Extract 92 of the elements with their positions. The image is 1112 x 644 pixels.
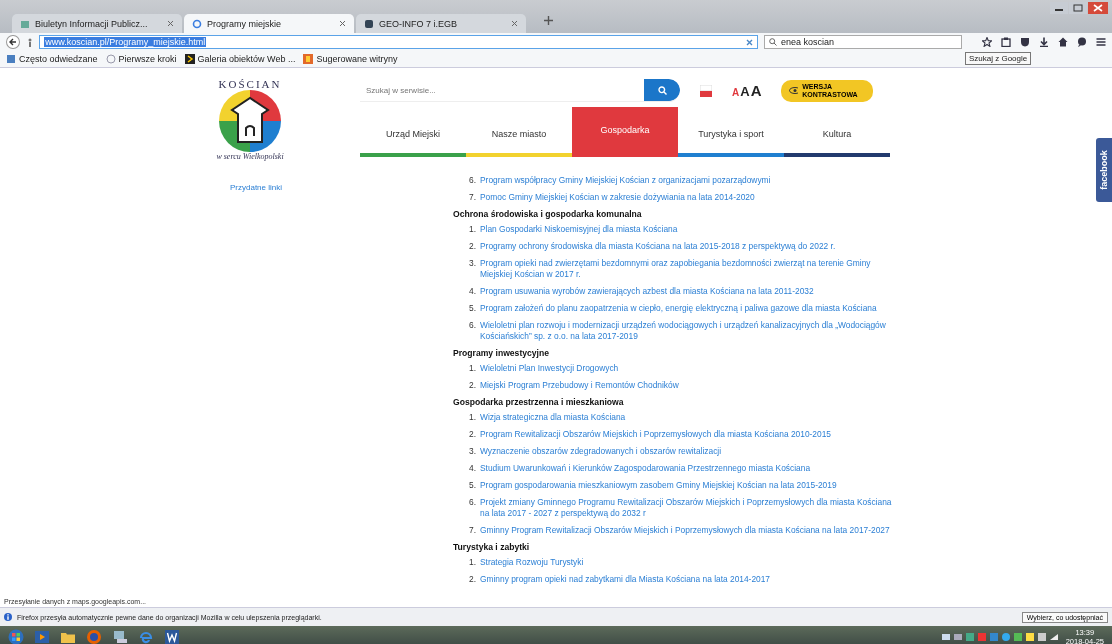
list-number: 7. [468, 192, 476, 203]
network-icon[interactable] [112, 629, 128, 644]
list-number: 1. [468, 363, 476, 374]
document-link[interactable]: Program Rewitalizacji Obszarów Miejskich i Poprzemysłowych dla miasta Kościana 2010-2015 [480, 429, 831, 440]
word-icon[interactable] [164, 628, 180, 644]
list-number: 2. [468, 241, 476, 252]
media-player-icon[interactable] [34, 629, 50, 644]
list-number: 5. [468, 480, 476, 491]
close-icon[interactable] [167, 20, 174, 27]
tab-favicon-icon [192, 18, 202, 29]
document-link[interactable]: Program współpracy Gminy Miejskiej Kościan z organizacjami pozarządowymi [480, 175, 771, 186]
list-number: 2. [468, 429, 476, 440]
document-link[interactable]: Programy ochrony środowiska dla miasta Kościana na lata 2015-2018 z perspektywą do 2022 r. [480, 241, 836, 252]
section-heading: Turystyka i zabytki [453, 542, 531, 552]
back-button[interactable] [6, 35, 20, 49]
bookmark-link[interactable]: Galeria obiektów Web ... [184, 54, 296, 64]
document-link[interactable]: Gminny Program Rewitalizacji Obszarów Miejskich i Poprzemysłowych dla miasta Kościana na lata 2017-2027 [480, 525, 890, 536]
address-bar[interactable]: www.koscian.pl/Programy_miejskie.html [39, 35, 758, 49]
star-icon[interactable] [982, 37, 992, 47]
document-link[interactable]: Studium Uwarunkowań i Kierunków Zagospodarowania Przestrzennego miasta Kościana [480, 463, 811, 474]
document-link[interactable]: Miejski Program Przebudowy i Remontów Chodników [480, 380, 679, 391]
document-link[interactable]: Pomoc Gminy Miejskiej Kościan w zakresie dożywiania na lata 2014-2020 [480, 192, 755, 203]
browser-tab[interactable]: GEO-INFO 7 i.EGB [356, 14, 526, 33]
menu-tab[interactable]: Urząd Miejski [360, 107, 466, 157]
bookmark-link[interactable]: Często odwiedzane [6, 54, 98, 64]
back-arrow-icon [8, 38, 17, 46]
document-link[interactable]: Wieloletni Plan Inwestycji Drogowych [480, 363, 619, 374]
section-heading: Ochrona środowiska i gospodarka komunalna [453, 209, 643, 219]
chat-icon[interactable] [1077, 37, 1087, 47]
firefox-icon[interactable] [86, 628, 102, 644]
document-link[interactable]: Plan Gospodarki Niskoemisyjnej dla miasta Kościana [480, 224, 678, 235]
document-link[interactable]: Program opieki nad zwierzętami bezdomnymi oraz zapobiegania bezdomności zwierząt na terenie Gminy Miejskiej Kościan w 2017 r. [480, 258, 893, 280]
document-link[interactable]: Wieloletni plan rozwoju i modernizacji urządzeń wodociągowych i urządzeń kanalizacyjnych dla „Wodociągów Kościańskich” sp. z o.o. na lata 2017-2019 [480, 320, 893, 342]
list-number: 2. [468, 574, 476, 585]
list-number: 4. [468, 463, 476, 474]
list-number: 2. [468, 380, 476, 391]
list-number: 3. [468, 446, 476, 457]
section-heading: Programy inwestycyjne [453, 348, 550, 358]
menu-tab[interactable]: Kultura [784, 107, 890, 157]
sidebar-link[interactable]: Przydatne linki [230, 183, 453, 192]
tooltip: Szukaj z Google [965, 52, 1032, 65]
list-number: 6. [468, 320, 476, 332]
list-number: 3. [468, 258, 476, 270]
home-icon[interactable] [1058, 37, 1068, 47]
list-number: 7. [468, 525, 476, 536]
window-controls-drawing[interactable] [1050, 2, 1108, 15]
flag-icon[interactable] [700, 84, 712, 97]
list-number: 5. [468, 303, 476, 314]
browser-tab[interactable]: Biuletyn Informacji Publicz... [12, 14, 182, 33]
start-button-icon[interactable] [8, 628, 24, 644]
info-icon [4, 613, 12, 621]
globe-icon [105, 54, 116, 64]
shield-icon[interactable] [1020, 37, 1030, 47]
tab-favicon-icon [20, 18, 30, 29]
document-link[interactable]: Program gospodarowania mieszkaniowym zasobem Gminy Miejskiej Kościan na lata 2015-2019 [480, 480, 837, 491]
font-size-button[interactable]: A [750, 82, 762, 99]
logo-text: w sercu Wielkopolski [216, 152, 284, 161]
clear-icon[interactable] [746, 38, 753, 46]
eye-icon [789, 87, 799, 94]
bookmark-link[interactable]: Pierwsze kroki [105, 54, 177, 64]
logo-text: KOŚCIAN [218, 78, 282, 90]
document-link[interactable]: Program usuwania wyrobów zawierających azbest dla miasta Kościana na lata 2011-2032 [480, 286, 814, 297]
search-icon [769, 38, 777, 46]
list-number: 1. [468, 557, 476, 568]
font-size-button[interactable]: A [740, 84, 750, 99]
search-icon [657, 85, 667, 95]
close-icon[interactable] [339, 20, 346, 27]
search-button[interactable] [644, 79, 680, 101]
document-link[interactable]: Wyznaczenie obszarów zdegradowanych i obszarów rewitalizacji [480, 446, 722, 457]
font-size-button[interactable]: A [732, 87, 740, 98]
clipboard-icon[interactable] [1001, 37, 1011, 47]
menu-tab[interactable]: Turystyka i sport [678, 107, 784, 157]
menu-icon[interactable] [1096, 37, 1106, 47]
document-link[interactable]: Projekt zmiany Gminnego Programu Rewitalizacji Obszarów Miejskich i Poprzemysłowych dla miasta Kościana na lata 2017 - 2027 z perspektywą do 2032 r [480, 497, 893, 519]
tab-favicon-icon [364, 18, 374, 29]
bookmark-link[interactable]: Sugerowane witryny [303, 54, 398, 64]
menu-tab[interactable]: Nasze miasto [466, 107, 572, 157]
list-number: 6. [468, 175, 476, 186]
download-icon[interactable] [1039, 37, 1049, 47]
list-number: 1. [468, 412, 476, 423]
list-number: 1. [468, 224, 476, 235]
facebook-tab[interactable]: facebook [1096, 138, 1112, 202]
list-number: 6. [468, 497, 476, 509]
list-number: 4. [468, 286, 476, 297]
document-link[interactable]: Strategia Rozwoju Turystyki [480, 557, 584, 568]
browser-tab[interactable]: Programy miejskie [184, 14, 354, 33]
section-heading: Gospodarka przestrzenna i mieszkaniowa [453, 397, 625, 407]
logo-drawing [218, 90, 282, 152]
document-link[interactable]: Gminny program opieki nad zabytkami dla Miasta Kościana na lata 2014-2017 [480, 574, 771, 585]
document-link[interactable]: Program założeń do planu zaopatrzenia w ciepło, energię elektryczną i paliwa gazowe dla miasta Kościana [480, 303, 877, 314]
document-link[interactable]: Wizja strategiczna dla miasta Kościana [480, 412, 626, 423]
close-icon[interactable] [511, 20, 518, 27]
